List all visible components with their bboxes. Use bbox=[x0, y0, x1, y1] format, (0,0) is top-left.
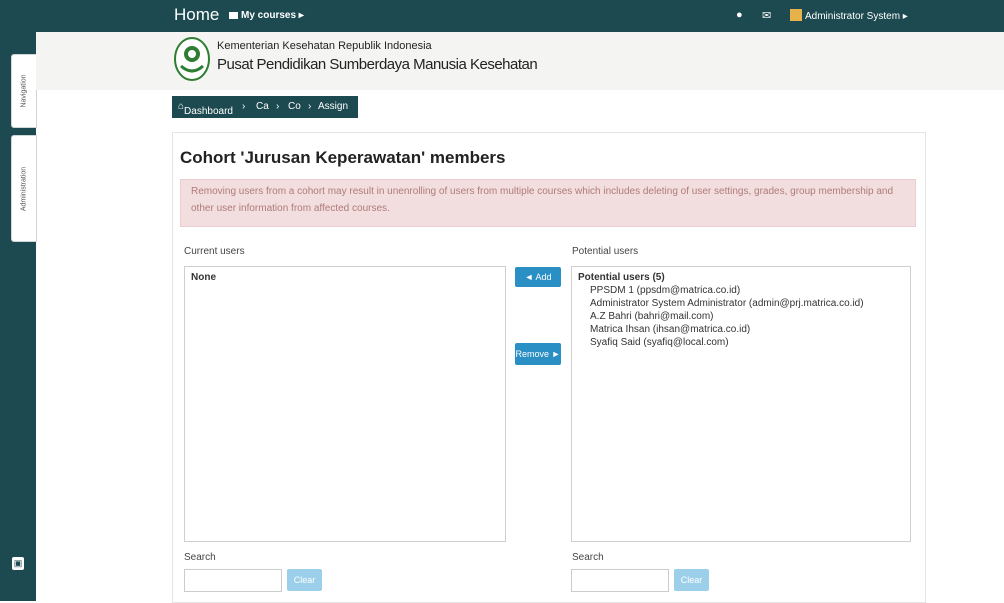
search-label: Search bbox=[184, 552, 216, 563]
chevron-right-icon: › bbox=[308, 101, 312, 112]
potential-clear-button[interactable]: Clear bbox=[674, 569, 709, 591]
org-name-line2: Pusat Pendidikan Sumberdaya Manusia Kese… bbox=[217, 56, 538, 73]
breadcrumb-item[interactable]: Assign bbox=[318, 101, 348, 112]
list-item[interactable]: Syafiq Said (syafiq@local.com) bbox=[590, 336, 864, 349]
potential-users-list[interactable]: Potential users (5) PPSDM 1 (ppsdm@matri… bbox=[571, 266, 911, 542]
list-item[interactable]: A.Z Bahri (bahri@mail.com) bbox=[590, 310, 864, 323]
page-title: Cohort 'Jurusan Keperawatan' members bbox=[180, 148, 506, 167]
folder-icon bbox=[229, 12, 238, 19]
current-search-input[interactable] bbox=[184, 569, 282, 592]
my-courses-menu[interactable]: My courses ▸ bbox=[229, 10, 304, 21]
list-item[interactable]: Matrica Ihsan (ihsan@matrica.co.id) bbox=[590, 323, 864, 336]
messages-icon[interactable]: ✉ bbox=[762, 9, 771, 22]
remove-button[interactable]: Remove ► bbox=[515, 343, 561, 365]
user-menu[interactable]: Administrator System ▸ bbox=[790, 9, 908, 22]
avatar bbox=[790, 9, 802, 21]
breadcrumb-item[interactable]: Co bbox=[288, 101, 301, 112]
list-item[interactable]: Administrator System Administrator (admi… bbox=[590, 297, 864, 310]
potential-search-input[interactable] bbox=[571, 569, 669, 592]
notifications-icon[interactable]: ● bbox=[736, 9, 743, 21]
list-item[interactable]: PPSDM 1 (ppsdm@matrica.co.id) bbox=[590, 284, 864, 297]
search-label: Search bbox=[572, 552, 604, 563]
current-clear-button[interactable]: Clear bbox=[287, 569, 322, 591]
navigation-tab[interactable]: Navigation bbox=[11, 54, 37, 128]
administration-tab[interactable]: Administration bbox=[11, 135, 37, 242]
administration-tab-label: Administration bbox=[20, 166, 28, 211]
breadcrumb-dashboard-label: Dashboard bbox=[184, 106, 233, 117]
potential-users-label: Potential users bbox=[572, 246, 639, 257]
user-name: Administrator System ▸ bbox=[805, 11, 908, 22]
list-item[interactable]: None bbox=[191, 272, 216, 283]
chevron-right-icon: › bbox=[276, 101, 280, 112]
add-button[interactable]: ◄ Add bbox=[515, 267, 561, 287]
breadcrumb-item[interactable]: Ca bbox=[256, 101, 269, 112]
optgroup-label: Potential users (5) bbox=[578, 272, 665, 283]
dock-icon[interactable]: ▣ bbox=[12, 557, 24, 570]
breadcrumb-dashboard[interactable]: ⌂ Dashboard bbox=[178, 101, 233, 117]
home-link[interactable]: Home bbox=[174, 5, 219, 25]
breadcrumb: ⌂ Dashboard › Ca › Co › Assign bbox=[172, 96, 358, 118]
navigation-tab-label: Navigation bbox=[20, 74, 28, 108]
logo-icon bbox=[174, 37, 210, 81]
my-courses-label: My courses ▸ bbox=[241, 10, 304, 21]
warning-alert: Removing users from a cohort may result … bbox=[180, 179, 916, 227]
org-name-line1: Kementerian Kesehatan Republik Indonesia bbox=[217, 40, 432, 52]
chevron-right-icon: › bbox=[242, 101, 246, 112]
current-users-label: Current users bbox=[184, 246, 245, 257]
current-users-list[interactable]: None bbox=[184, 266, 506, 542]
